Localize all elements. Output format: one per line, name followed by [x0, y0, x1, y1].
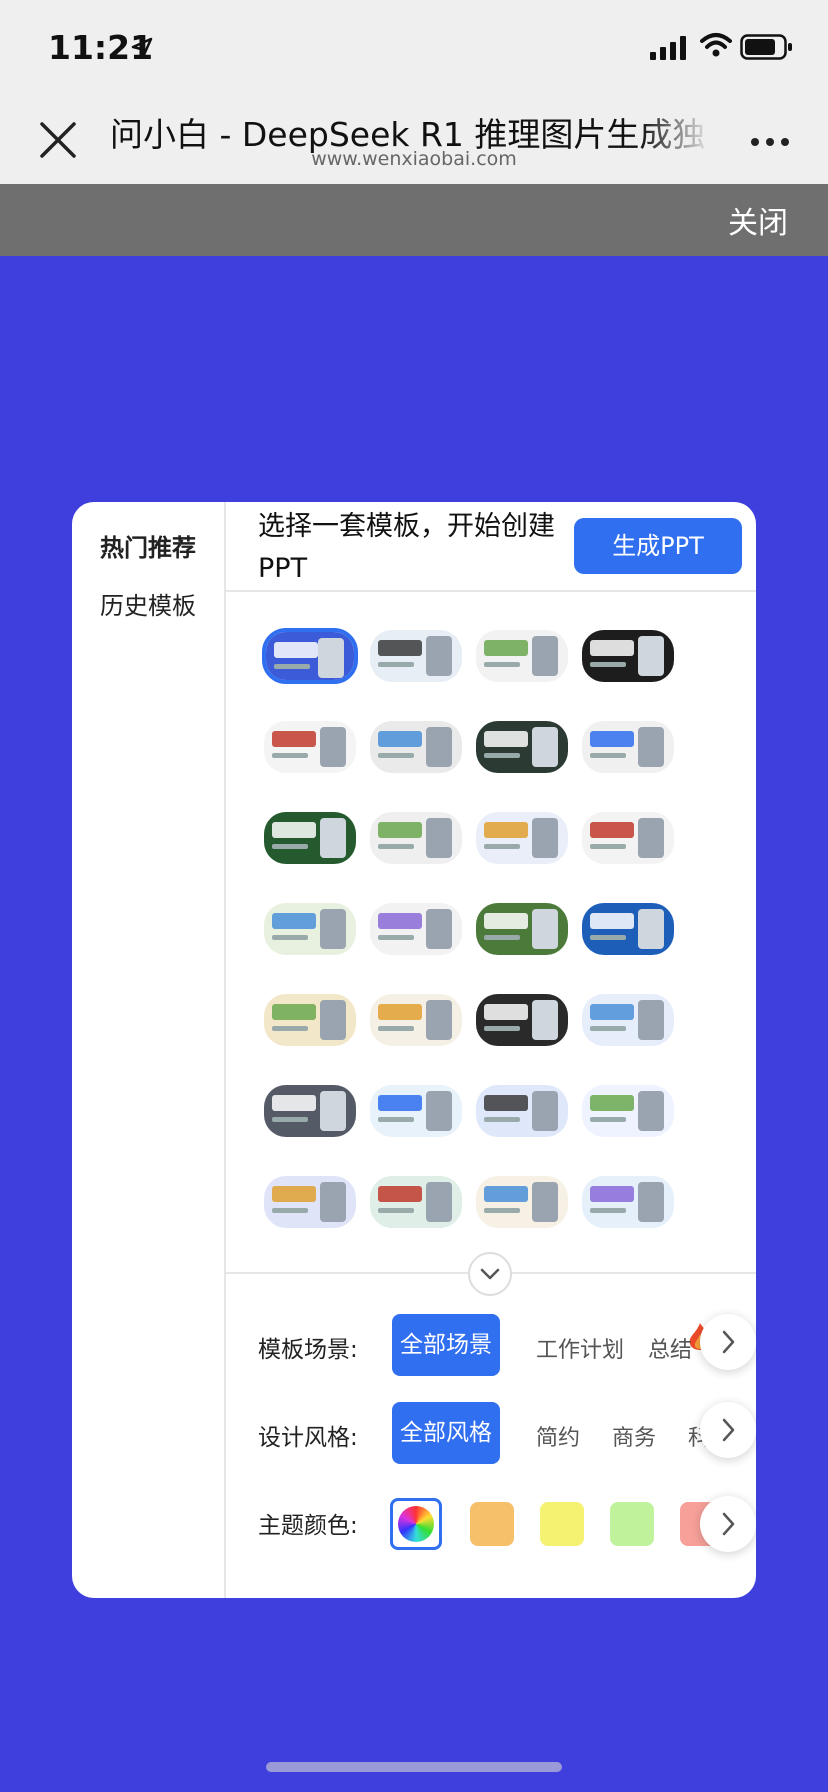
- battery-icon: [740, 34, 792, 60]
- template-thumbnail[interactable]: [368, 1174, 464, 1230]
- more-options-icon[interactable]: [750, 136, 790, 148]
- template-thumbnail[interactable]: [262, 901, 358, 957]
- template-thumbnail[interactable]: [580, 901, 676, 957]
- browser-nav-bar: 问小白 - DeepSeek R1 推理图片生成独 www.wenxiaobai…: [0, 96, 828, 184]
- color-scroll-right-button[interactable]: [700, 1496, 756, 1552]
- template-thumbnail[interactable]: [262, 992, 358, 1048]
- chevron-right-icon: [722, 1330, 735, 1354]
- template-thumbnail[interactable]: [474, 719, 570, 775]
- template-thumbnail[interactable]: [474, 1174, 570, 1230]
- cellular-signal-icon: [650, 36, 686, 60]
- style-option-simple[interactable]: 简约: [536, 1420, 580, 1452]
- style-scroll-right-button[interactable]: [700, 1402, 756, 1458]
- color-swatch[interactable]: [540, 1502, 584, 1546]
- ppt-template-panel: 热门推荐 历史模板 选择一套模板，开始创建PPT 生成PPT 模板场景: 全部场…: [72, 502, 756, 1598]
- template-thumbnail[interactable]: [368, 628, 464, 684]
- template-thumbnail[interactable]: [474, 810, 570, 866]
- scene-option-work-plan[interactable]: 工作计划: [536, 1332, 624, 1364]
- divider: [226, 590, 756, 592]
- panel-title: 选择一套模板，开始创建PPT: [258, 511, 555, 584]
- wifi-icon: [700, 33, 732, 57]
- template-sidebar: 热门推荐 历史模板: [72, 502, 226, 1598]
- template-thumbnail[interactable]: [474, 901, 570, 957]
- template-thumbnail[interactable]: [262, 628, 358, 684]
- template-thumbnail[interactable]: [474, 992, 570, 1048]
- template-thumbnail[interactable]: [262, 1083, 358, 1139]
- color-swatch[interactable]: [470, 1502, 514, 1546]
- scene-label: 模板场景:: [258, 1337, 358, 1363]
- chevron-right-icon: [722, 1512, 735, 1536]
- sidebar-item-hot[interactable]: 热门推荐: [100, 528, 196, 563]
- location-arrow-icon: [131, 37, 153, 59]
- color-wheel-swatch[interactable]: [390, 1498, 442, 1550]
- template-thumbnail[interactable]: [262, 810, 358, 866]
- color-label: 主题颜色:: [258, 1513, 358, 1539]
- template-thumbnail[interactable]: [368, 901, 464, 957]
- template-thumbnail[interactable]: [580, 719, 676, 775]
- template-thumbnail[interactable]: [580, 628, 676, 684]
- template-thumbnail[interactable]: [368, 992, 464, 1048]
- template-thumbnail[interactable]: [262, 1174, 358, 1230]
- template-thumbnail[interactable]: [580, 1083, 676, 1139]
- status-bar: 11:21: [0, 0, 828, 96]
- style-option-business[interactable]: 商务: [612, 1420, 656, 1452]
- template-thumbnail[interactable]: [580, 1174, 676, 1230]
- scene-option-summary[interactable]: 总结: [648, 1332, 692, 1364]
- chevron-down-icon: [480, 1268, 500, 1280]
- template-thumbnail[interactable]: [368, 810, 464, 866]
- template-thumbnail[interactable]: [368, 1083, 464, 1139]
- scene-all-chip[interactable]: 全部场景: [392, 1314, 500, 1376]
- chevron-right-icon: [722, 1418, 735, 1442]
- sidebar-item-history[interactable]: 历史模板: [100, 586, 196, 621]
- template-main: 选择一套模板，开始创建PPT 生成PPT 模板场景: 全部场景 工作计划 总结 …: [226, 502, 756, 1598]
- template-thumbnail[interactable]: [368, 719, 464, 775]
- color-swatch[interactable]: [610, 1502, 654, 1546]
- template-thumbnail[interactable]: [474, 1083, 570, 1139]
- style-all-chip[interactable]: 全部风格: [392, 1402, 500, 1464]
- template-thumbnail[interactable]: [580, 992, 676, 1048]
- home-indicator: [266, 1762, 562, 1772]
- generate-ppt-button[interactable]: 生成PPT: [574, 518, 742, 574]
- overlay-header: 关闭: [0, 184, 828, 256]
- page-url: www.wenxiaobai.com: [311, 148, 517, 170]
- template-thumbnail[interactable]: [580, 810, 676, 866]
- expand-chevron-button[interactable]: [468, 1252, 512, 1296]
- close-overlay-button[interactable]: 关闭: [728, 198, 788, 242]
- template-thumbnail[interactable]: [262, 719, 358, 775]
- style-label: 设计风格:: [258, 1425, 358, 1451]
- color-wheel-icon: [398, 1506, 434, 1542]
- template-thumbnail[interactable]: [474, 628, 570, 684]
- scene-scroll-right-button[interactable]: [700, 1314, 756, 1370]
